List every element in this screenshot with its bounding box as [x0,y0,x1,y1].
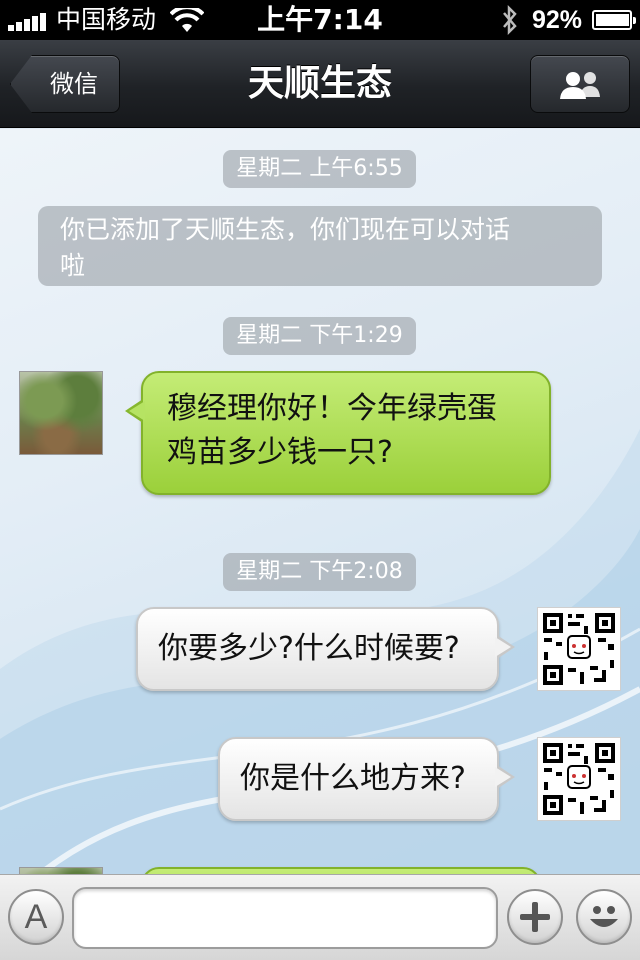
navigation-bar: 微信 天顺生态 [0,40,640,128]
battery-icon [592,10,636,30]
more-options-button[interactable] [507,889,563,945]
emoji-icon [590,906,618,927]
contacts-icon [560,72,600,99]
message-text: 鸡苗多少钱一只? [167,435,393,470]
back-button[interactable]: 微信 [10,55,120,113]
timestamp: 星期二 下午1:29 [223,317,416,355]
qr-code-icon [543,743,615,815]
status-bar: 中国移动 上午7:14 92% [0,0,640,40]
message-text: 穆经理你好！今年绿壳蛋 [167,391,497,426]
plus-icon [520,902,550,932]
outgoing-message-bubble[interactable]: 你是什么地方来? [218,737,515,821]
contacts-button[interactable] [530,55,630,113]
qr-code-icon [543,613,615,685]
qr-code-avatar[interactable] [537,737,621,821]
chat-area[interactable]: 星期二 上午6:55 你已添加了天顺生态，你们现在可以对话 啦 星期二 下午1:… [0,129,640,874]
keyboard-icon: A [24,898,48,936]
message-input[interactable] [72,887,498,949]
chat-title: 天顺生态 [247,63,392,104]
incoming-message-bubble[interactable]: 穆经理你好！今年绿壳蛋 鸡苗多少钱一只? [125,371,551,495]
qr-code-avatar[interactable] [537,607,621,691]
incoming-message-bubble[interactable] [141,867,541,874]
contact-avatar[interactable] [19,867,103,874]
contact-avatar[interactable] [19,371,103,455]
battery-percent: 92% [532,6,583,34]
keyboard-toggle-button[interactable]: A [8,889,64,945]
bluetooth-icon [503,4,517,36]
message-text: 你是什么地方来? [240,761,466,796]
input-toolbar: A [0,874,640,960]
system-message: 你已添加了天顺生态，你们现在可以对话 啦 [38,206,602,286]
emoji-button[interactable] [576,889,632,945]
timestamp: 星期二 上午6:55 [223,150,416,188]
system-message-line: 你已添加了天顺生态，你们现在可以对话 [60,215,511,244]
system-message-line: 啦 [60,251,86,280]
message-text: 你要多少?什么时候要? [158,631,460,666]
outgoing-message-bubble[interactable]: 你要多少?什么时候要? [136,607,515,691]
timestamp: 星期二 下午2:08 [223,553,416,591]
